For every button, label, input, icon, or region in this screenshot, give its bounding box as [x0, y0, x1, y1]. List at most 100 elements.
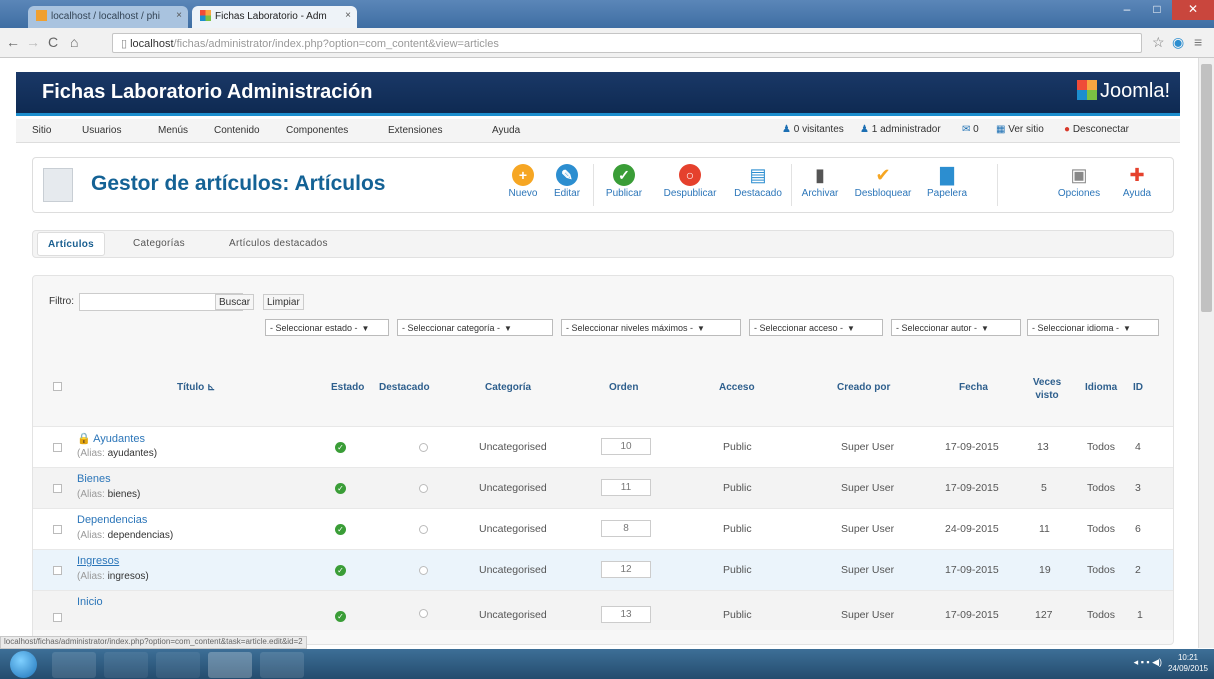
column-title[interactable]: Título ⊾: [177, 382, 215, 393]
maximize-icon[interactable]: □: [1142, 0, 1172, 20]
featured-toggle-icon[interactable]: [419, 443, 428, 452]
tab-articulos-destacados[interactable]: Artículos destacados: [219, 232, 338, 256]
published-icon[interactable]: ✓: [335, 524, 346, 535]
author-cell[interactable]: Super User: [841, 564, 894, 576]
row-checkbox[interactable]: [53, 443, 62, 452]
menu-extensiones[interactable]: Extensiones: [388, 125, 442, 136]
word-taskbar-icon[interactable]: [260, 652, 304, 678]
order-input[interactable]: 8: [601, 520, 651, 537]
start-button-icon[interactable]: [10, 651, 37, 678]
article-title-link[interactable]: Ingresos: [77, 555, 119, 567]
messages-status[interactable]: ✉ 0: [962, 124, 979, 135]
published-icon[interactable]: ✓: [335, 483, 346, 494]
help-button[interactable]: ✚ Ayuda: [1117, 164, 1157, 199]
media-player-taskbar-icon[interactable]: [156, 652, 200, 678]
home-icon[interactable]: ⌂: [70, 34, 78, 50]
order-input[interactable]: 13: [601, 606, 651, 623]
row-checkbox[interactable]: [53, 484, 62, 493]
clear-button[interactable]: Limpiar: [263, 294, 304, 310]
unpublish-button[interactable]: ○ Despublicar: [657, 164, 723, 199]
edit-button[interactable]: ✎ Editar: [549, 164, 585, 199]
menu-contenido[interactable]: Contenido: [214, 125, 260, 136]
row-checkbox[interactable]: [53, 525, 62, 534]
select-max-levels[interactable]: - Seleccionar niveles máximos - ▼: [561, 319, 741, 336]
order-input[interactable]: 11: [601, 479, 651, 496]
tab-categorias[interactable]: Categorías: [123, 232, 195, 256]
column-id[interactable]: ID: [1133, 382, 1143, 393]
published-icon[interactable]: ✓: [335, 565, 346, 576]
select-author[interactable]: - Seleccionar autor - ▼: [891, 319, 1021, 336]
publish-button[interactable]: ✓ Publicar: [601, 164, 647, 199]
featured-toggle-icon[interactable]: [419, 484, 428, 493]
featured-toggle-icon[interactable]: [419, 609, 428, 618]
extension-icon[interactable]: ◉: [1172, 34, 1184, 51]
close-window-icon[interactable]: ✕: [1172, 0, 1214, 20]
menu-menus[interactable]: Menús: [158, 125, 188, 136]
logout-link[interactable]: ● Desconectar: [1064, 124, 1129, 135]
close-tab-icon[interactable]: ×: [176, 10, 182, 21]
menu-sitio[interactable]: Sitio: [32, 125, 51, 136]
order-input[interactable]: 10: [601, 438, 651, 455]
column-date[interactable]: Fecha: [959, 382, 988, 393]
row-checkbox[interactable]: [53, 613, 62, 622]
author-cell[interactable]: Super User: [841, 441, 894, 453]
author-cell[interactable]: Super User: [841, 523, 894, 535]
article-title-link[interactable]: 🔒 Ayudantes: [77, 432, 145, 445]
chrome-taskbar-icon[interactable]: [208, 652, 252, 678]
column-hits[interactable]: Veces visto: [1027, 376, 1067, 402]
column-language[interactable]: Idioma: [1085, 382, 1117, 393]
system-clock[interactable]: 10:21 24/09/2015: [1168, 652, 1208, 674]
lock-icon[interactable]: 🔒: [77, 433, 91, 445]
scrollbar-thumb[interactable]: [1201, 64, 1212, 312]
order-input[interactable]: 12: [601, 561, 651, 578]
row-checkbox[interactable]: [53, 566, 62, 575]
column-author[interactable]: Creado por: [837, 382, 890, 393]
author-cell[interactable]: Super User: [841, 482, 894, 494]
explorer-taskbar-icon[interactable]: [52, 652, 96, 678]
browser-tab-bar: localhost / localhost / phi × Fichas Lab…: [0, 0, 1214, 28]
checkin-button[interactable]: ✔ Desbloquear: [849, 164, 917, 199]
minimize-icon[interactable]: –: [1112, 0, 1142, 20]
article-title-link[interactable]: Bienes: [77, 473, 111, 485]
select-category[interactable]: - Seleccionar categoría - ▼: [397, 319, 553, 336]
featured-button[interactable]: ▤ Destacado: [729, 164, 787, 199]
browser-tab[interactable]: localhost / localhost / phi ×: [28, 6, 188, 28]
browser-tab-active[interactable]: Fichas Laboratorio - Adm ×: [192, 6, 357, 28]
author-cell[interactable]: Super User: [841, 609, 894, 621]
tab-articulos[interactable]: Artículos: [37, 232, 106, 256]
column-featured[interactable]: Destacado: [379, 382, 430, 393]
url-input[interactable]: ▯ localhost/fichas/administrator/index.p…: [112, 33, 1142, 53]
select-state[interactable]: - Seleccionar estado - ▼: [265, 319, 389, 336]
menu-ayuda[interactable]: Ayuda: [492, 125, 520, 136]
select-access[interactable]: - Seleccionar acceso - ▼: [749, 319, 883, 336]
archive-button[interactable]: ▮ Archivar: [797, 164, 843, 199]
reload-icon[interactable]: C: [48, 34, 58, 50]
ie-taskbar-icon[interactable]: [104, 652, 148, 678]
bookmark-star-icon[interactable]: ☆: [1152, 34, 1165, 51]
published-icon[interactable]: ✓: [335, 442, 346, 453]
article-title-link[interactable]: Inicio: [77, 596, 103, 608]
close-tab-icon[interactable]: ×: [345, 10, 351, 21]
forward-icon[interactable]: →: [26, 34, 40, 50]
article-alias: (Alias: dependencias): [77, 530, 174, 541]
trash-button[interactable]: ▇ Papelera: [921, 164, 973, 199]
column-state[interactable]: Estado: [331, 382, 364, 393]
view-site-link[interactable]: ▦ Ver sitio: [996, 124, 1044, 135]
menu-usuarios[interactable]: Usuarios: [82, 125, 121, 136]
article-title-link[interactable]: Dependencias: [77, 514, 147, 526]
menu-componentes[interactable]: Componentes: [286, 125, 348, 136]
column-order[interactable]: Orden: [609, 382, 638, 393]
published-icon[interactable]: ✓: [335, 611, 346, 622]
featured-toggle-icon[interactable]: [419, 525, 428, 534]
column-category[interactable]: Categoría: [485, 382, 531, 393]
new-button[interactable]: + Nuevo: [503, 164, 543, 199]
column-access[interactable]: Acceso: [719, 382, 755, 393]
select-all-checkbox[interactable]: [53, 382, 62, 391]
featured-toggle-icon[interactable]: [419, 566, 428, 575]
browser-menu-icon[interactable]: ≡: [1194, 34, 1202, 50]
system-tray-icons[interactable]: ◂ ▪ ▪ ◀): [1134, 657, 1162, 668]
select-language[interactable]: - Seleccionar idioma - ▼: [1027, 319, 1159, 336]
search-button[interactable]: Buscar: [215, 294, 255, 310]
back-icon[interactable]: ←: [6, 34, 20, 50]
options-button[interactable]: ▣ Opciones: [1055, 164, 1103, 199]
